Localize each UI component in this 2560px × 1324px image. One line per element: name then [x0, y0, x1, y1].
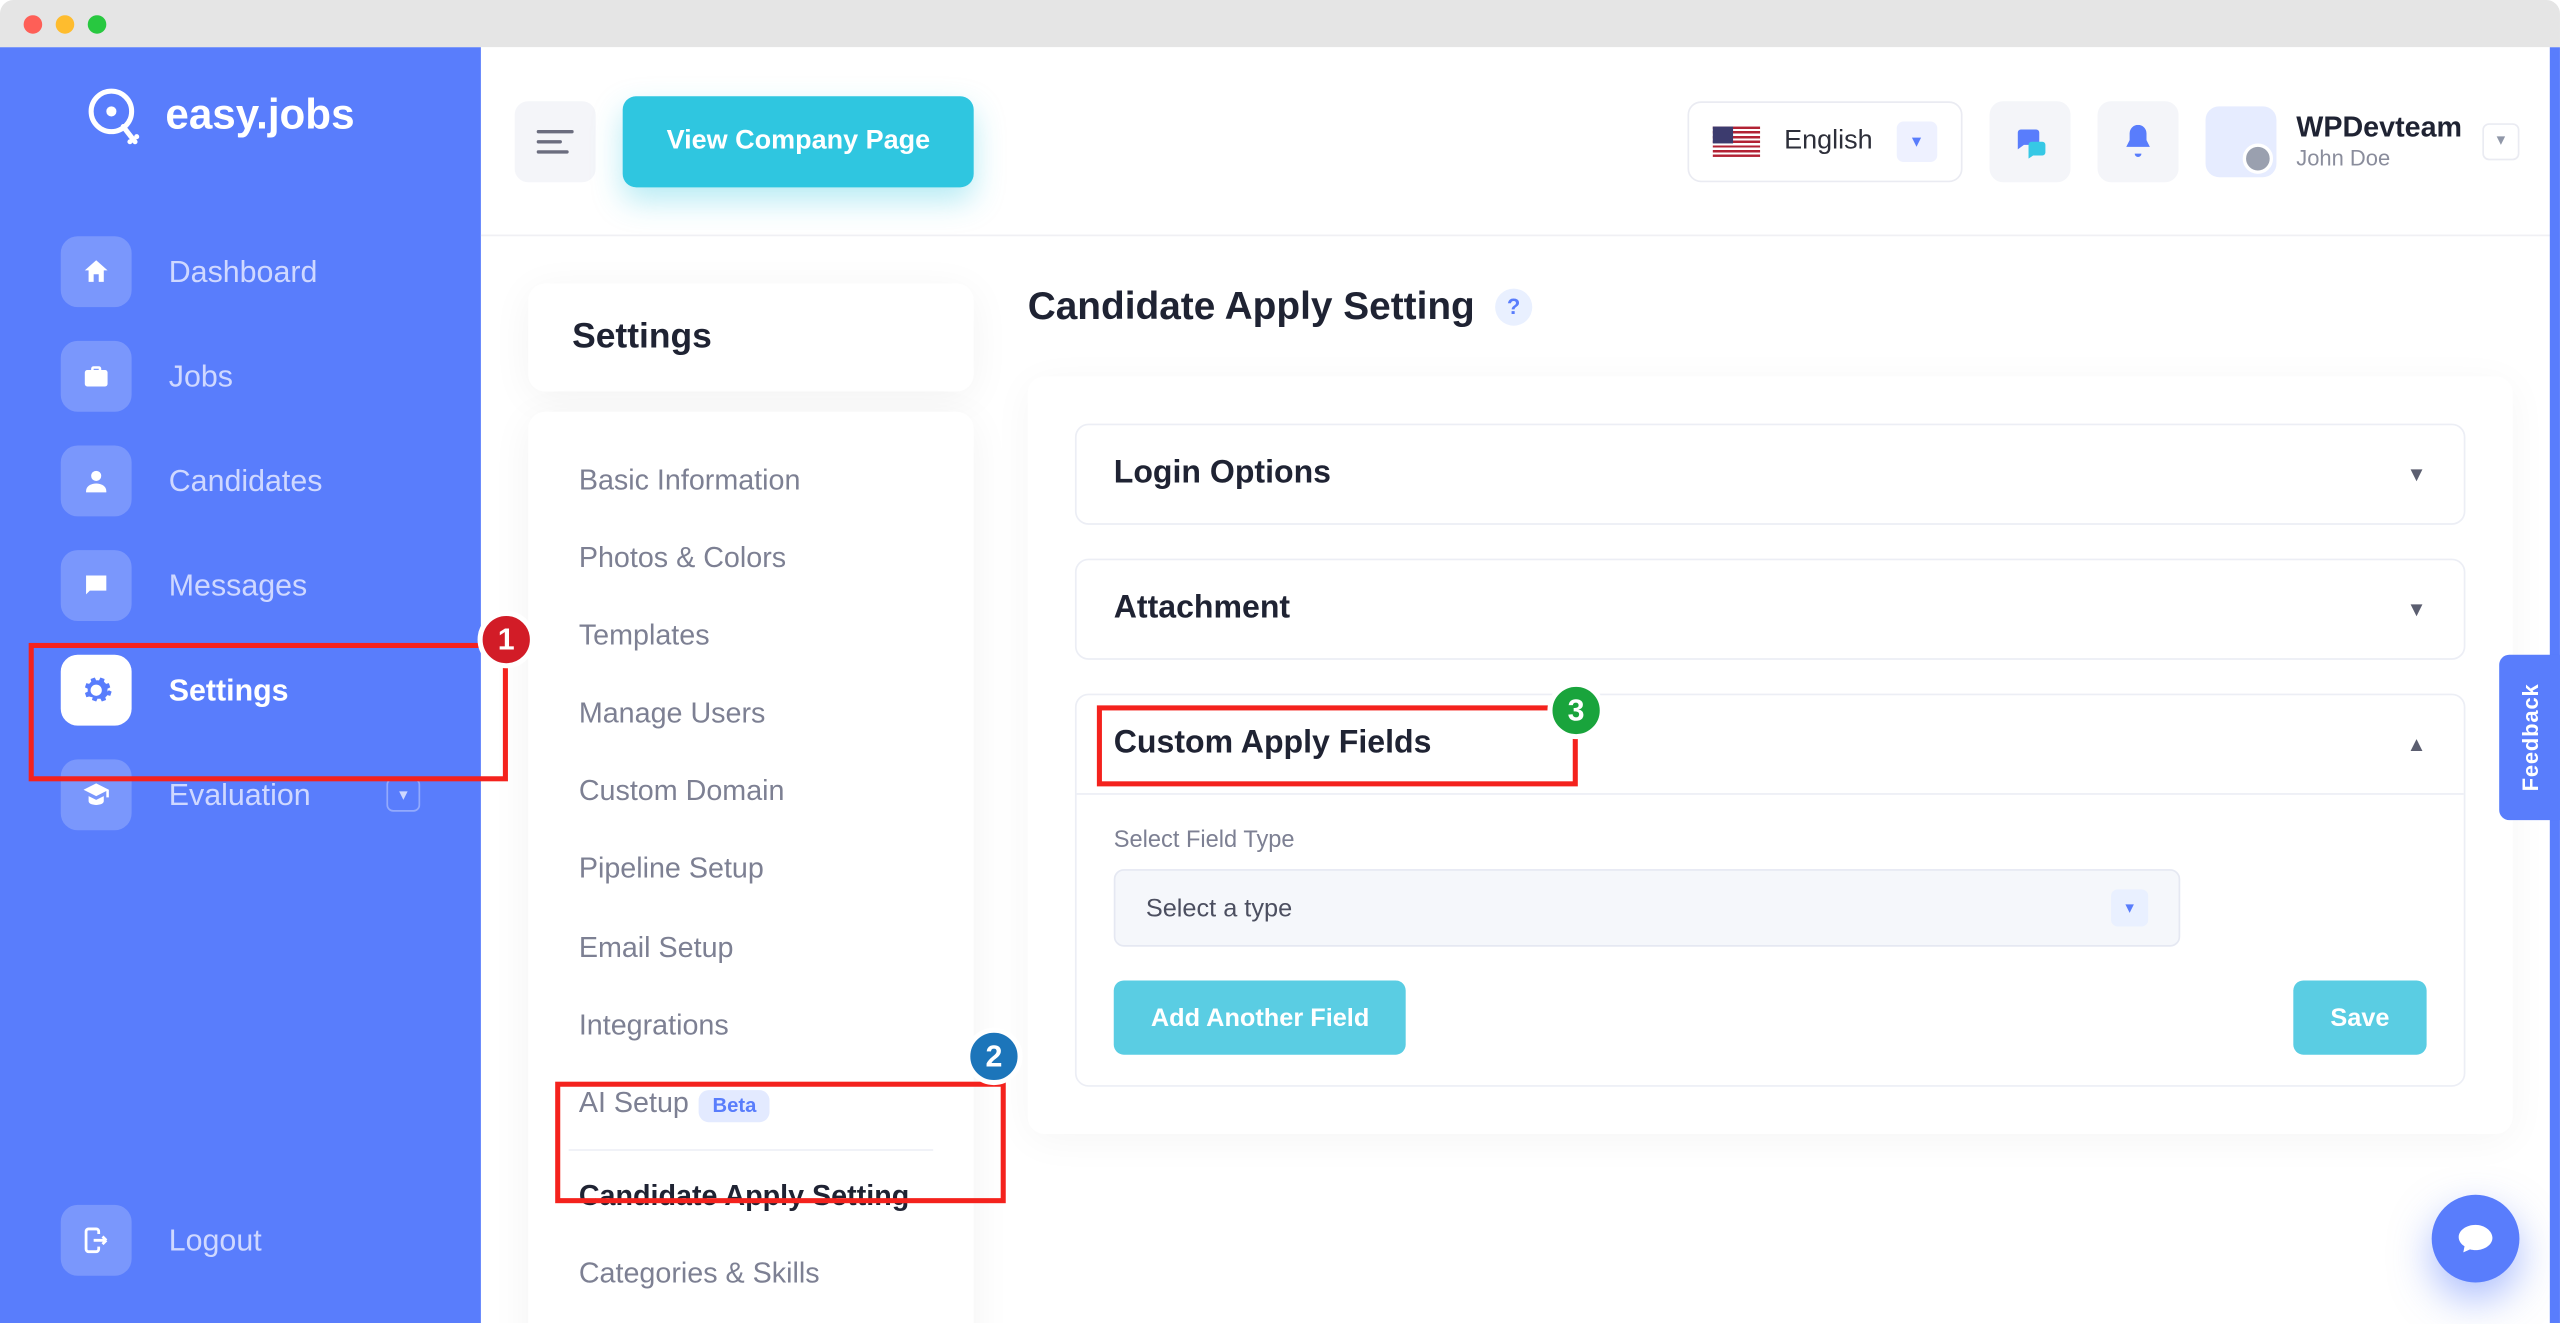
settings-subnav: Settings Basic InformationPhotos & Color…: [528, 284, 974, 1324]
notifications-button[interactable]: [2097, 100, 2178, 181]
settings-title: Settings: [528, 284, 974, 392]
field-type-select[interactable]: Select a type ▾: [1114, 869, 2181, 947]
settings-subnav-item[interactable]: Email Setup: [528, 909, 974, 987]
settings-subnav-item[interactable]: Templates: [528, 598, 974, 676]
accordion-title: Custom Apply Fields: [1114, 726, 1432, 763]
settings-subnav-item[interactable]: Activity Log: [528, 1314, 974, 1323]
add-another-field-button[interactable]: Add Another Field: [1114, 980, 1407, 1054]
sidebar: easy.jobs Dashboard Jobs Candidates Me: [0, 47, 481, 1323]
beta-badge: Beta: [699, 1090, 770, 1123]
page-title: Candidate Apply Setting: [1028, 284, 1475, 330]
accordion-title: Attachment: [1114, 591, 1290, 628]
sidebar-item-jobs[interactable]: Jobs: [30, 324, 450, 429]
chevron-down-icon: ▼: [2407, 462, 2427, 486]
briefcase-icon: [61, 341, 132, 412]
settings-subnav-item[interactable]: Custom Domain: [528, 753, 974, 831]
chevron-up-icon: ▲: [2407, 732, 2427, 756]
feedback-label: Feedback: [2517, 683, 2542, 791]
button-label: Save: [2330, 1003, 2389, 1032]
settings-card: Login Options ▼ Attachment ▼: [1028, 376, 2513, 1134]
messages-button[interactable]: [1989, 100, 2070, 181]
chevron-down-icon: ▾: [2482, 122, 2519, 159]
button-label: View Company Page: [667, 126, 931, 156]
settings-subnav-item[interactable]: AI SetupBeta: [528, 1064, 974, 1143]
accordion-body: Select Field Type Select a type ▾ Add An…: [1077, 793, 2464, 1085]
settings-subnav-item[interactable]: Basic Information: [528, 442, 974, 520]
accordion-login-options: Login Options ▼: [1075, 424, 2466, 525]
view-company-page-button[interactable]: View Company Page: [623, 95, 974, 186]
logout-button[interactable]: Logout: [30, 1188, 450, 1293]
settings-subnav-item[interactable]: Categories & Skills: [528, 1236, 974, 1314]
gear-icon: [61, 655, 132, 726]
accordion-custom-apply-fields: Custom Apply Fields ▲ Select Field Type …: [1075, 694, 2466, 1087]
window-titlebar: [0, 0, 2560, 47]
accordion-header[interactable]: Login Options ▼: [1077, 425, 2464, 523]
field-label: Select Field Type: [1114, 825, 2427, 852]
window-minimize-icon[interactable]: [56, 14, 75, 33]
chat-icon: [2457, 1222, 2494, 1256]
sidebar-item-candidates[interactable]: Candidates: [30, 429, 450, 534]
chat-fab[interactable]: [2432, 1195, 2520, 1283]
sidebar-nav: Dashboard Jobs Candidates Messages Setti…: [30, 219, 450, 847]
language-label: English: [1784, 126, 1873, 156]
brand-name: easy.jobs: [165, 90, 354, 139]
button-label: Add Another Field: [1151, 1003, 1369, 1032]
sidebar-item-label: Messages: [169, 568, 307, 603]
chat-bubbles-icon: [2011, 124, 2048, 158]
sidebar-item-label: Evaluation: [169, 777, 311, 812]
accordion-attachment: Attachment ▼: [1075, 559, 2466, 660]
user-icon: [61, 446, 132, 517]
sidebar-item-label: Dashboard: [169, 254, 318, 289]
avatar: [2205, 105, 2276, 176]
window-maximize-icon[interactable]: [88, 14, 107, 33]
sidebar-item-evaluation[interactable]: Evaluation ▾: [30, 743, 450, 848]
chevron-down-icon: ▼: [2407, 597, 2427, 621]
language-selector[interactable]: English ▾: [1688, 100, 1962, 181]
accordion-header[interactable]: Custom Apply Fields ▲: [1077, 695, 2464, 793]
settings-page: Candidate Apply Setting ? Login Options …: [1028, 284, 2513, 1324]
sidebar-item-label: Settings: [169, 672, 289, 707]
logout-icon: [61, 1205, 132, 1276]
menu-toggle-button[interactable]: [515, 100, 596, 181]
graduation-icon: [61, 759, 132, 830]
sidebar-item-messages[interactable]: Messages: [30, 533, 450, 638]
user-name: John Doe: [2296, 145, 2462, 170]
settings-subnav-item[interactable]: Integrations: [528, 987, 974, 1065]
settings-subnav-item[interactable]: Candidate Apply Setting: [528, 1158, 974, 1236]
user-team: WPDevteam: [2296, 111, 2462, 145]
chevron-down-icon: ▾: [2111, 889, 2148, 926]
brand-logo[interactable]: easy.jobs: [30, 47, 450, 182]
chat-icon: [61, 550, 132, 621]
chevron-down-icon: ▾: [1896, 121, 1937, 162]
sidebar-item-dashboard[interactable]: Dashboard: [30, 219, 450, 324]
accordion-header[interactable]: Attachment ▼: [1077, 560, 2464, 658]
help-icon[interactable]: ?: [1495, 288, 1532, 325]
sidebar-item-label: Jobs: [169, 359, 233, 394]
feedback-tab[interactable]: Feedback: [2499, 655, 2560, 820]
bell-icon: [2122, 124, 2152, 158]
window-close-icon[interactable]: [24, 14, 43, 33]
topbar: View Company Page English ▾ WPDe: [481, 47, 2560, 236]
sidebar-item-label: Candidates: [169, 463, 323, 498]
settings-subnav-item[interactable]: Manage Users: [528, 675, 974, 753]
flag-us-icon: [1713, 126, 1760, 156]
user-menu[interactable]: WPDevteam John Doe ▾: [2205, 105, 2519, 176]
chevron-down-icon: ▾: [386, 778, 420, 812]
settings-subnav-item[interactable]: Pipeline Setup: [528, 831, 974, 909]
logout-label: Logout: [169, 1223, 262, 1258]
logo-icon: [78, 81, 146, 149]
accordion-title: Login Options: [1114, 456, 1331, 493]
save-button[interactable]: Save: [2293, 980, 2426, 1054]
menu-icon: [537, 127, 574, 154]
settings-subnav-item[interactable]: Photos & Colors: [528, 520, 974, 598]
select-placeholder: Select a type: [1146, 894, 1292, 923]
main-area: View Company Page English ▾ WPDe: [481, 47, 2560, 1323]
home-icon: [61, 236, 132, 307]
sidebar-item-settings[interactable]: Settings: [30, 638, 450, 743]
